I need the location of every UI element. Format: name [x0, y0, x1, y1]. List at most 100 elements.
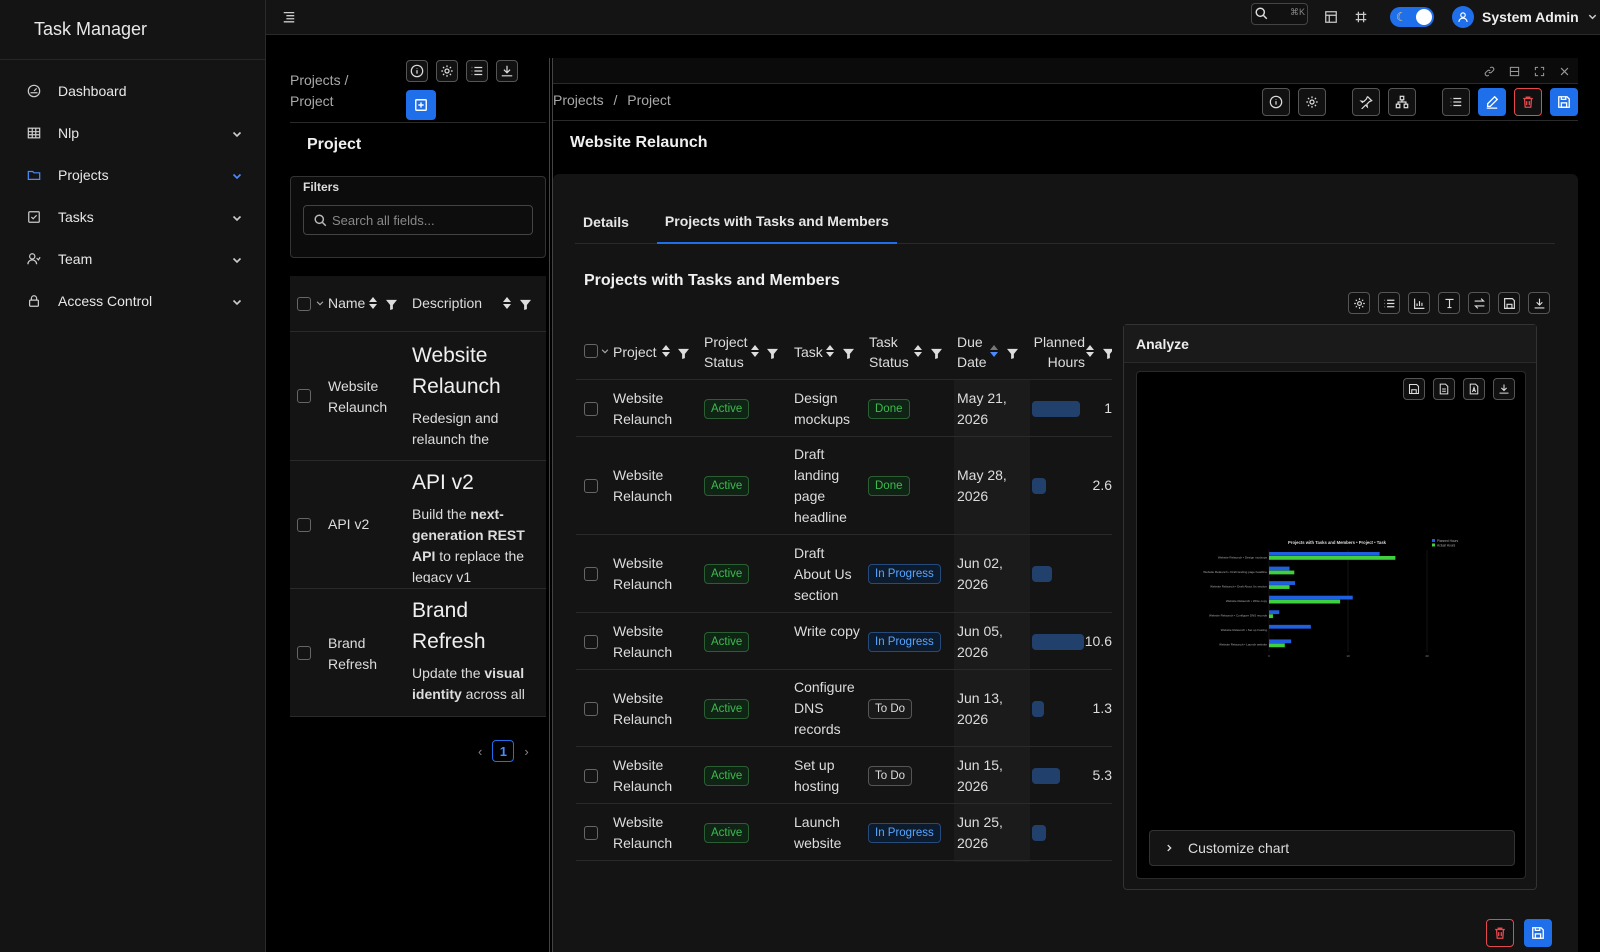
- chart-button[interactable]: [1408, 292, 1430, 314]
- breadcrumb-root[interactable]: Projects: [553, 92, 604, 108]
- row-checkbox[interactable]: [584, 768, 598, 783]
- column-header-task-status[interactable]: Task Status: [869, 332, 909, 372]
- download-chart-button[interactable]: [1493, 378, 1515, 400]
- column-header-due-date[interactable]: Due Date: [957, 332, 987, 372]
- save-chart-button[interactable]: [1403, 378, 1425, 400]
- cell-due-date: Jun 05, 2026: [957, 622, 1003, 660]
- delete-button[interactable]: [1486, 919, 1514, 947]
- filter-icon[interactable]: [1103, 346, 1112, 362]
- sidebar-item-tasks[interactable]: Tasks: [0, 196, 265, 238]
- filter-icon[interactable]: [678, 346, 689, 362]
- settings-button[interactable]: [1298, 88, 1326, 116]
- customize-chart-button[interactable]: Customize chart: [1149, 830, 1515, 866]
- sort-icon[interactable]: [825, 344, 835, 361]
- list-view-button[interactable]: [466, 60, 488, 82]
- row-checkbox[interactable]: [584, 401, 598, 416]
- row-checkbox[interactable]: [584, 701, 598, 716]
- expand-icon[interactable]: [1534, 64, 1545, 80]
- list-view-button[interactable]: [1442, 88, 1470, 116]
- sort-icon[interactable]: [368, 296, 378, 313]
- export-document-button[interactable]: [1433, 378, 1455, 400]
- row-checkbox[interactable]: [584, 479, 598, 493]
- row-checkbox[interactable]: [297, 646, 311, 660]
- page-button[interactable]: 1: [492, 740, 515, 762]
- table-row[interactable]: Website Relaunch Active Draft About Us sec…: [576, 535, 1112, 613]
- column-header-project[interactable]: Project: [613, 342, 657, 362]
- column-header-planned-hours[interactable]: Planned Hours: [1033, 332, 1085, 372]
- pin-button[interactable]: [1352, 88, 1380, 116]
- user-menu[interactable]: System Admin: [1452, 6, 1598, 28]
- row-checkbox[interactable]: [297, 518, 311, 532]
- table-row[interactable]: Brand Refresh Brand Refresh Update the v…: [290, 589, 546, 717]
- sort-icon[interactable]: [913, 344, 923, 361]
- row-checkbox[interactable]: [584, 825, 598, 840]
- table-row[interactable]: Website Relaunch Website Relaunch Redesi…: [290, 332, 546, 461]
- filter-icon[interactable]: [386, 297, 397, 313]
- sidebar-item-access-control[interactable]: Access Control: [0, 280, 265, 322]
- delete-button[interactable]: [1514, 88, 1542, 116]
- table-row[interactable]: API v2 API v2 Build the next-generation …: [290, 461, 546, 589]
- info-button[interactable]: [406, 60, 428, 82]
- minimize-icon[interactable]: [1509, 64, 1520, 80]
- table-row[interactable]: Website Relaunch Active Configure DNS reco…: [576, 670, 1112, 747]
- table-row[interactable]: Website Relaunch Active Launch website In P…: [576, 804, 1112, 861]
- sidebar-item-projects[interactable]: Projects: [0, 154, 265, 196]
- sort-icon[interactable]: [661, 344, 671, 361]
- filter-icon[interactable]: [843, 346, 854, 362]
- filter-icon[interactable]: [1007, 346, 1018, 362]
- save-button[interactable]: [1550, 88, 1578, 116]
- table-row[interactable]: Website Relaunch Active Write copy In Progr…: [576, 613, 1112, 670]
- column-header-project-status[interactable]: Project Status: [704, 332, 748, 372]
- filter-icon[interactable]: [520, 297, 531, 313]
- info-button[interactable]: [1262, 88, 1290, 116]
- chevron-down-icon[interactable]: [600, 343, 610, 359]
- sidebar-item-dashboard[interactable]: Dashboard: [0, 70, 265, 112]
- swap-button[interactable]: [1468, 292, 1490, 314]
- table-row[interactable]: Website Relaunch Active Set up hosting To D…: [576, 747, 1112, 804]
- column-header-name[interactable]: Name: [328, 295, 365, 311]
- download-button[interactable]: [496, 60, 518, 82]
- chevron-down-icon[interactable]: [315, 295, 325, 311]
- row-checkbox[interactable]: [297, 389, 311, 403]
- save-button[interactable]: [1524, 919, 1552, 947]
- sort-icon[interactable]: [1085, 344, 1095, 361]
- sort-icon[interactable]: [502, 296, 512, 313]
- global-search[interactable]: ⌘K: [1251, 3, 1308, 25]
- column-header-description[interactable]: Description: [412, 295, 482, 311]
- select-all-checkbox[interactable]: [297, 297, 311, 311]
- settings-button[interactable]: [436, 60, 458, 82]
- row-checkbox[interactable]: [584, 634, 598, 649]
- menu-toggle-icon[interactable]: [282, 10, 298, 24]
- add-project-button[interactable]: [406, 90, 436, 120]
- grid-icon[interactable]: [1354, 10, 1368, 24]
- column-header-task[interactable]: Task: [794, 342, 823, 362]
- sort-active-icon[interactable]: [989, 344, 999, 361]
- tab-projects-with-tasks-and-members[interactable]: Projects with Tasks and Members: [656, 200, 897, 244]
- search-input[interactable]: Search all fields...: [303, 205, 533, 235]
- theme-toggle[interactable]: ☾: [1390, 7, 1434, 27]
- sidebar-item-nlp[interactable]: Nlp: [0, 112, 265, 154]
- link-icon[interactable]: [1484, 64, 1495, 80]
- filter-icon[interactable]: [767, 346, 778, 362]
- row-checkbox[interactable]: [584, 567, 598, 581]
- tab-details[interactable]: Details: [575, 200, 637, 244]
- export-button[interactable]: [1528, 292, 1550, 314]
- export-pdf-button[interactable]: [1463, 378, 1485, 400]
- table-row[interactable]: Website Relaunch Active Draft landing page…: [576, 437, 1112, 535]
- save-view-button[interactable]: [1498, 292, 1520, 314]
- filter-icon[interactable]: [931, 346, 942, 362]
- text-button[interactable]: [1438, 292, 1460, 314]
- columns-button[interactable]: [1378, 292, 1400, 314]
- chevron-left-icon[interactable]: ‹: [478, 744, 482, 759]
- close-icon[interactable]: [1559, 64, 1570, 80]
- sort-icon[interactable]: [750, 344, 760, 361]
- edit-button[interactable]: [1478, 88, 1506, 116]
- list-icon: [1450, 97, 1462, 107]
- table-row[interactable]: Website Relaunch Active Design mockups Done…: [576, 380, 1112, 437]
- select-all-checkbox[interactable]: [584, 344, 598, 358]
- table-settings-button[interactable]: [1348, 292, 1370, 314]
- hierarchy-button[interactable]: [1388, 88, 1416, 116]
- sidebar-item-team[interactable]: Team: [0, 238, 265, 280]
- layout-icon[interactable]: [1324, 10, 1338, 24]
- chevron-right-icon[interactable]: ›: [524, 744, 528, 759]
